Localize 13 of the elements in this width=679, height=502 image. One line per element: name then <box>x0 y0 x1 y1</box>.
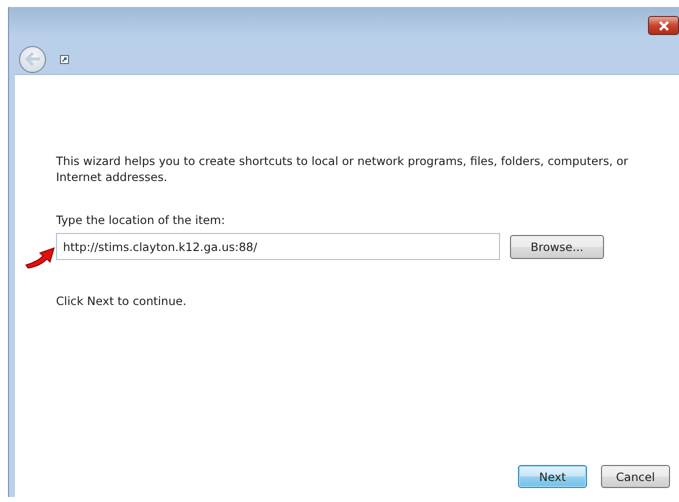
location-field[interactable]: http://stims.clayton.k12.ga.us:88/ <box>56 233 500 260</box>
back-button[interactable] <box>19 46 46 72</box>
close-button[interactable] <box>648 16 679 35</box>
intro-text: This wizard helps you to create shortcuts to local or network programs, files, folders, computers, or Internet addresses. <box>56 153 630 185</box>
continue-hint: Click Next to continue. <box>56 294 188 308</box>
dialog-button[interactable]: Cancel <box>601 465 670 488</box>
location-label: Type the location of the item: <box>56 213 226 227</box>
shortcut-icon <box>60 54 69 64</box>
arrow-icon <box>23 245 57 269</box>
close-icon <box>656 20 670 30</box>
browse-button[interactable]: Browse... <box>510 234 604 258</box>
dialog-button[interactable]: Next <box>518 465 587 488</box>
back-arrow-icon <box>24 52 40 66</box>
